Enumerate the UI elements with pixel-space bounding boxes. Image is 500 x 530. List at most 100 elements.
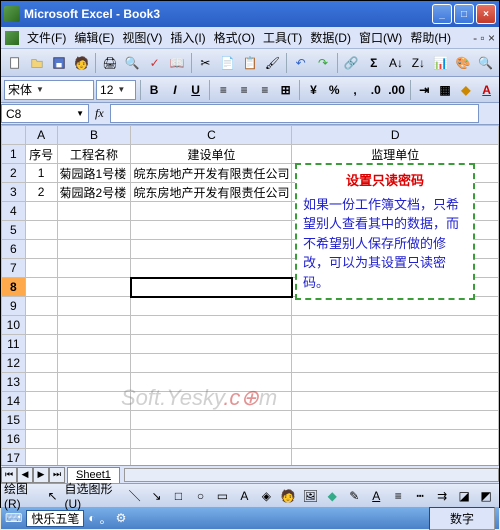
cell[interactable] <box>57 449 131 466</box>
cell[interactable]: 皖东房地产开发有限责任公司 <box>131 164 292 183</box>
cell[interactable]: 2 <box>25 183 57 202</box>
ime-mode-icon[interactable]: ◐ <box>88 511 95 525</box>
format-painter-button[interactable]: 🖌 <box>262 52 283 74</box>
fx-button[interactable]: fx <box>89 106 110 121</box>
ime-name[interactable]: 快乐五笔 <box>26 510 84 527</box>
row-header[interactable]: 3 <box>2 183 26 202</box>
cell[interactable] <box>57 240 131 259</box>
cell[interactable] <box>57 335 131 354</box>
cell[interactable] <box>292 430 499 449</box>
menu-help[interactable]: 帮助(H) <box>406 27 455 48</box>
percent-button[interactable]: % <box>325 80 344 100</box>
redo-button[interactable]: ↷ <box>312 52 333 74</box>
cell[interactable]: 菊园路1号楼 <box>57 164 131 183</box>
minimize-button[interactable]: _ <box>432 4 452 24</box>
sum-button[interactable]: Σ <box>363 52 384 74</box>
cell[interactable]: 皖东房地产开发有限责任公司 <box>131 183 292 202</box>
font-color-button[interactable]: A <box>477 80 496 100</box>
currency-button[interactable]: ¥ <box>304 80 323 100</box>
name-box[interactable]: C8▼ <box>1 104 89 123</box>
mdi-close-button[interactable]: - ▫ × <box>470 31 495 45</box>
cell[interactable] <box>131 449 292 466</box>
cell[interactable] <box>131 221 292 240</box>
menu-tools[interactable]: 工具(T) <box>259 27 306 48</box>
select-all-corner[interactable] <box>2 126 26 145</box>
picture-button[interactable]: 🖼 <box>300 485 320 507</box>
cut-button[interactable]: ✂ <box>195 52 216 74</box>
open-button[interactable] <box>26 52 47 74</box>
hyperlink-button[interactable]: 🔗 <box>341 52 362 74</box>
cell[interactable] <box>131 373 292 392</box>
fontcolor-button[interactable]: A <box>366 485 386 507</box>
cell[interactable] <box>292 373 499 392</box>
menu-format[interactable]: 格式(O) <box>210 27 259 48</box>
cell[interactable] <box>292 354 499 373</box>
cell[interactable] <box>25 240 57 259</box>
font-name-combo[interactable]: 宋体▼ <box>4 80 94 100</box>
cell[interactable] <box>25 354 57 373</box>
borders-button[interactable]: ▦ <box>436 80 455 100</box>
menu-view[interactable]: 视图(V) <box>118 27 166 48</box>
menu-file[interactable]: 文件(F) <box>23 27 70 48</box>
cell[interactable] <box>57 411 131 430</box>
rect-button[interactable]: □ <box>169 485 189 507</box>
menu-insert[interactable]: 插入(I) <box>166 27 209 48</box>
horiz-scrollbar[interactable] <box>124 468 499 482</box>
comma-button[interactable]: , <box>346 80 365 100</box>
cell[interactable] <box>25 259 57 278</box>
row-header[interactable]: 7 <box>2 259 26 278</box>
cell[interactable] <box>131 297 292 316</box>
row-header[interactable]: 4 <box>2 202 26 221</box>
close-button[interactable]: × <box>476 4 496 24</box>
cell[interactable] <box>57 373 131 392</box>
cell[interactable] <box>131 411 292 430</box>
cell[interactable] <box>292 449 499 466</box>
italic-button[interactable]: I <box>165 80 184 100</box>
bold-button[interactable]: B <box>145 80 164 100</box>
cell[interactable] <box>25 335 57 354</box>
align-left-button[interactable]: ≡ <box>214 80 233 100</box>
menu-data[interactable]: 数据(D) <box>306 27 355 48</box>
sort-asc-button[interactable]: A↓ <box>385 52 406 74</box>
cell[interactable]: 菊园路2号楼 <box>57 183 131 202</box>
cell[interactable] <box>25 297 57 316</box>
align-center-button[interactable]: ≡ <box>235 80 254 100</box>
row-header[interactable]: 2 <box>2 164 26 183</box>
row-header[interactable]: 11 <box>2 335 26 354</box>
cell[interactable] <box>57 297 131 316</box>
arrowstyle-button[interactable]: ⇉ <box>432 485 452 507</box>
row-header[interactable]: 16 <box>2 430 26 449</box>
print-button[interactable]: 🖨 <box>99 52 120 74</box>
cell[interactable] <box>131 316 292 335</box>
col-header-D[interactable]: D <box>292 126 499 145</box>
clipart-button[interactable]: 🧑 <box>278 485 298 507</box>
paste-button[interactable]: 📋 <box>239 52 260 74</box>
row-header[interactable]: 13 <box>2 373 26 392</box>
cell[interactable] <box>25 373 57 392</box>
cell[interactable] <box>292 335 499 354</box>
cell[interactable] <box>25 202 57 221</box>
row-header[interactable]: 17 <box>2 449 26 466</box>
lineweight-button[interactable]: ≡ <box>388 485 408 507</box>
zoom-button[interactable]: 🔍 <box>475 52 496 74</box>
cell[interactable]: 1 <box>25 164 57 183</box>
row-header[interactable]: 9 <box>2 297 26 316</box>
cell[interactable] <box>25 411 57 430</box>
maximize-button[interactable]: □ <box>454 4 474 24</box>
diagram-button[interactable]: ◈ <box>256 485 276 507</box>
drawing-button[interactable]: 🎨 <box>452 52 473 74</box>
sort-desc-button[interactable]: Z↓ <box>408 52 429 74</box>
fill-color-button[interactable]: ◆ <box>456 80 475 100</box>
cell[interactable]: 建设单位 <box>131 145 292 164</box>
row-header[interactable]: 12 <box>2 354 26 373</box>
cell[interactable] <box>131 202 292 221</box>
menu-window[interactable]: 窗口(W) <box>355 27 406 48</box>
cell[interactable] <box>25 392 57 411</box>
cell[interactable] <box>292 411 499 430</box>
cell[interactable] <box>57 430 131 449</box>
font-size-combo[interactable]: 12▼ <box>96 80 136 100</box>
align-right-button[interactable]: ≡ <box>256 80 275 100</box>
cell[interactable] <box>25 316 57 335</box>
wordart-button[interactable]: A <box>234 485 254 507</box>
cell[interactable] <box>131 392 292 411</box>
